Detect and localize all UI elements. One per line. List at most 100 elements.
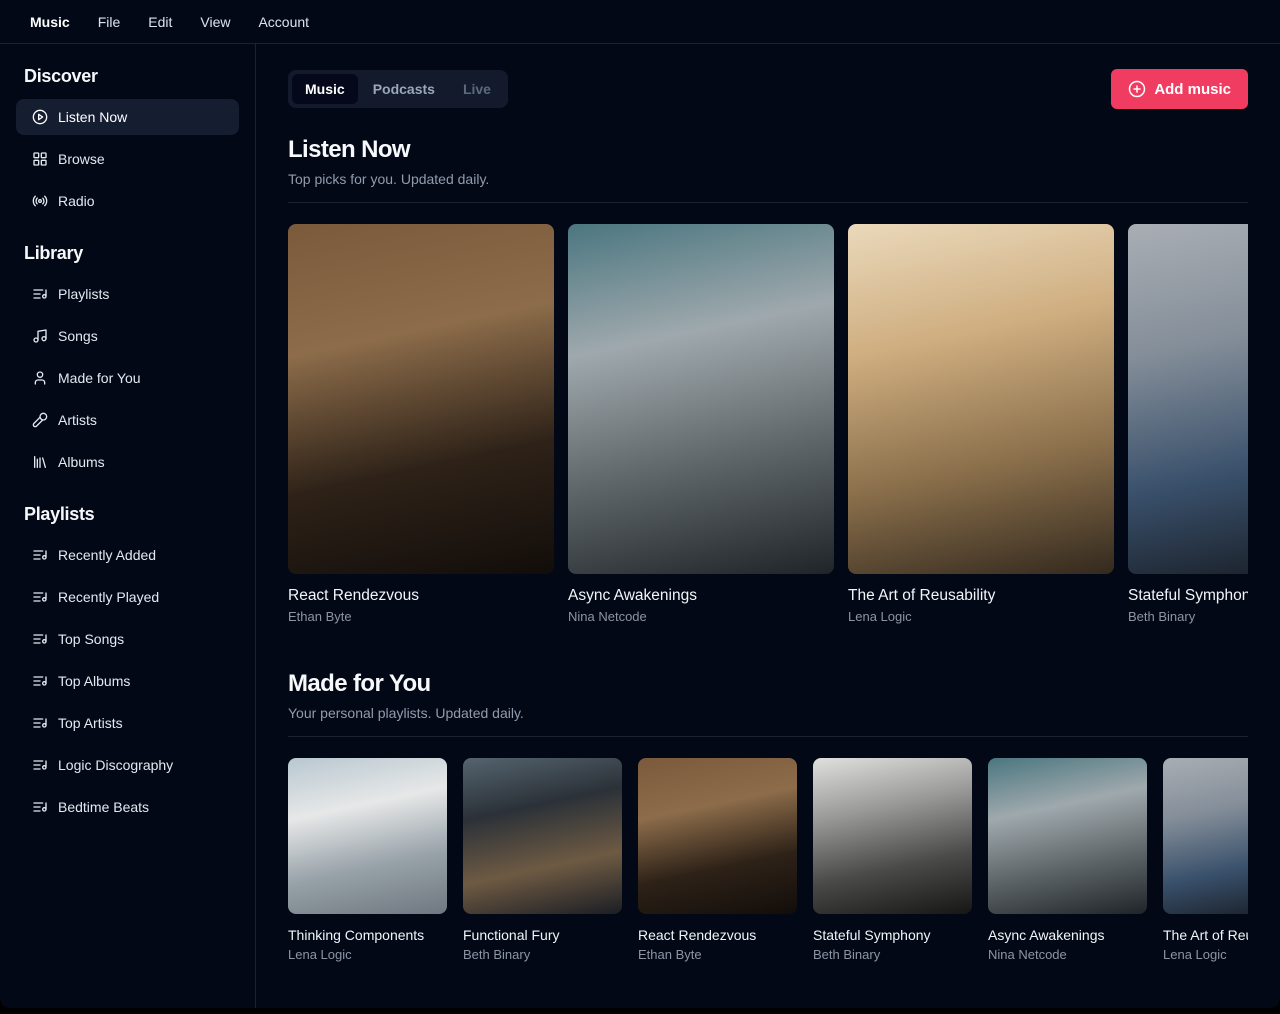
radio-icon: [32, 193, 48, 209]
album-artist: Beth Binary: [1128, 609, 1248, 624]
list-music-icon: [32, 715, 48, 731]
album-art: [1128, 224, 1248, 574]
album-art: [848, 224, 1114, 574]
list-music-icon: [32, 799, 48, 815]
add-music-button[interactable]: Add music: [1111, 69, 1248, 109]
album-card[interactable]: React Rendezvous Ethan Byte: [288, 224, 554, 624]
sidebar-item-songs[interactable]: Songs: [16, 318, 239, 354]
album-artist: Lena Logic: [848, 609, 1114, 624]
sidebar-item-label: Top Albums: [58, 673, 130, 689]
tab-live[interactable]: Live: [450, 74, 504, 104]
library-icon: [32, 454, 48, 470]
section-title: Listen Now: [288, 136, 1248, 164]
album-title: Stateful Symphony: [1128, 587, 1248, 605]
sidebar-section-title: Playlists: [24, 504, 231, 525]
sidebar-item-label: Artists: [58, 412, 97, 428]
sidebar-section: Library Playlists Songs Made for You Art…: [16, 243, 239, 480]
plus-circle-icon: [1128, 80, 1146, 98]
sidebar: Discover Listen Now Browse Radio Library…: [0, 44, 256, 1008]
user-icon: [32, 370, 48, 386]
album-title: Stateful Symphony: [813, 927, 972, 943]
album-title: React Rendezvous: [638, 927, 797, 943]
layout-grid-icon: [32, 151, 48, 167]
card-row: React Rendezvous Ethan Byte Async Awaken…: [288, 224, 1248, 624]
sidebar-item-made-for-you[interactable]: Made for You: [16, 360, 239, 396]
sidebar-section-title: Library: [24, 243, 231, 264]
menubar-item-view[interactable]: View: [186, 8, 244, 36]
album-art: [568, 224, 834, 574]
card-row: Thinking Components Lena Logic Functiona…: [288, 758, 1248, 962]
album-card[interactable]: The Art of Reusability Lena Logic: [1163, 758, 1248, 962]
album-title: Async Awakenings: [568, 587, 834, 605]
album-art: [638, 758, 797, 914]
sidebar-item-listen-now[interactable]: Listen Now: [16, 99, 239, 135]
sidebar-item-label: Top Songs: [58, 631, 124, 647]
list-music-icon: [32, 547, 48, 563]
album-art: [288, 224, 554, 574]
album-title: Async Awakenings: [988, 927, 1147, 943]
list-music-icon: [32, 589, 48, 605]
list-music-icon: [32, 631, 48, 647]
sidebar-item-label: Logic Discography: [58, 757, 173, 773]
sidebar-item-label: Made for You: [58, 370, 141, 386]
album-card[interactable]: Functional Fury Beth Binary: [463, 758, 622, 962]
album-card[interactable]: Stateful Symphony Beth Binary: [1128, 224, 1248, 624]
main-content: MusicPodcastsLive Add music Listen Now T…: [256, 44, 1280, 1008]
sidebar-item-artists[interactable]: Artists: [16, 402, 239, 438]
album-card[interactable]: The Art of Reusability Lena Logic: [848, 224, 1114, 624]
sidebar-item-recently-added[interactable]: Recently Added: [16, 537, 239, 573]
tab-podcasts[interactable]: Podcasts: [360, 74, 448, 104]
list-music-icon: [32, 673, 48, 689]
section-subtitle: Your personal playlists. Updated daily.: [288, 705, 1248, 721]
album-card[interactable]: Stateful Symphony Beth Binary: [813, 758, 972, 962]
sidebar-item-label: Playlists: [58, 286, 109, 302]
album-card[interactable]: Thinking Components Lena Logic: [288, 758, 447, 962]
sidebar-item-label: Radio: [58, 193, 95, 209]
album-art: [813, 758, 972, 914]
album-art: [1163, 758, 1248, 914]
list-music-icon: [32, 757, 48, 773]
play-circle-icon: [32, 109, 48, 125]
sidebar-item-browse[interactable]: Browse: [16, 141, 239, 177]
sidebar-item-albums[interactable]: Albums: [16, 444, 239, 480]
sidebar-item-top-songs[interactable]: Top Songs: [16, 621, 239, 657]
sidebar-item-bedtime-beats[interactable]: Bedtime Beats: [16, 789, 239, 825]
album-title: Functional Fury: [463, 927, 622, 943]
sidebar-item-logic-discography[interactable]: Logic Discography: [16, 747, 239, 783]
album-artist: Lena Logic: [1163, 947, 1248, 962]
sidebar-item-recently-played[interactable]: Recently Played: [16, 579, 239, 615]
menubar: MusicFileEditViewAccount: [0, 0, 1280, 44]
menubar-item-file[interactable]: File: [84, 8, 135, 36]
tab-music[interactable]: Music: [292, 74, 358, 104]
content-header: MusicPodcastsLive Add music: [288, 69, 1248, 109]
album-title: The Art of Reusability: [848, 587, 1114, 605]
sidebar-item-playlists[interactable]: Playlists: [16, 276, 239, 312]
album-artist: Beth Binary: [463, 947, 622, 962]
album-art: [288, 758, 447, 914]
menubar-item-account[interactable]: Account: [244, 8, 323, 36]
album-card[interactable]: Async Awakenings Nina Netcode: [568, 224, 834, 624]
sidebar-item-top-artists[interactable]: Top Artists: [16, 705, 239, 741]
album-artist: Ethan Byte: [638, 947, 797, 962]
album-card[interactable]: React Rendezvous Ethan Byte: [638, 758, 797, 962]
add-music-label: Add music: [1154, 81, 1231, 98]
sidebar-item-radio[interactable]: Radio: [16, 183, 239, 219]
sidebar-section: Discover Listen Now Browse Radio: [16, 66, 239, 219]
album-artist: Nina Netcode: [988, 947, 1147, 962]
menubar-item-music[interactable]: Music: [16, 8, 84, 36]
album-artist: Beth Binary: [813, 947, 972, 962]
album-artist: Ethan Byte: [288, 609, 554, 624]
sidebar-item-top-albums[interactable]: Top Albums: [16, 663, 239, 699]
album-art: [988, 758, 1147, 914]
sidebar-item-label: Albums: [58, 454, 105, 470]
section-subtitle: Top picks for you. Updated daily.: [288, 171, 1248, 187]
menubar-item-edit[interactable]: Edit: [134, 8, 186, 36]
album-title: The Art of Reusability: [1163, 927, 1248, 943]
sidebar-section: Playlists Recently Added Recently Played…: [16, 504, 239, 825]
sidebar-item-label: Browse: [58, 151, 105, 167]
album-card[interactable]: Async Awakenings Nina Netcode: [988, 758, 1147, 962]
album-title: React Rendezvous: [288, 587, 554, 605]
sidebar-item-label: Recently Added: [58, 547, 156, 563]
sidebar-item-label: Songs: [58, 328, 98, 344]
album-title: Thinking Components: [288, 927, 447, 943]
